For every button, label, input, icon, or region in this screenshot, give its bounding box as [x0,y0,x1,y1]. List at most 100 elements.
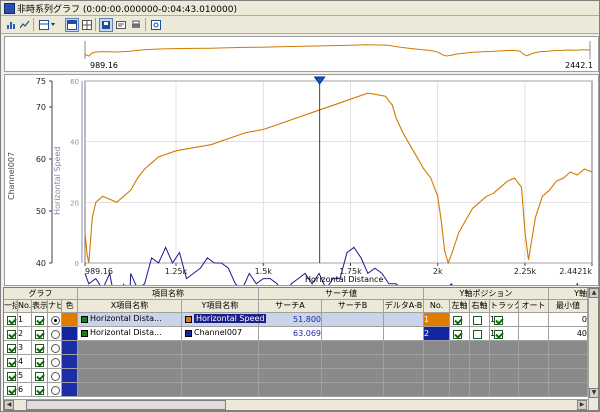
column-header[interactable]: ナビ [48,300,62,313]
print-icon[interactable] [129,18,143,32]
grid-cell[interactable] [424,383,450,397]
grid-cell[interactable] [470,369,490,383]
grid-cell[interactable] [519,383,549,397]
scroll-thumb[interactable] [26,400,226,410]
grid-cell[interactable] [450,369,470,383]
grid-cell[interactable] [322,355,384,369]
main-chart[interactable]: 75706050406040200989.16 1.25k 1.5k 1.75k 2k 2… [5,75,598,285]
channel-grid[interactable]: ▲ ▼ ◀ ▶ グラフ項目名称サーチ値Y軸ポジションY軸一括No.表示ナビ色X項… [3,287,599,411]
settings-icon[interactable] [149,18,163,32]
right-axis-checkbox[interactable] [473,316,482,325]
grid-cell[interactable] [424,369,450,383]
grid-cell[interactable] [450,383,470,397]
column-header[interactable]: サーチB [322,300,384,313]
grid-cell[interactable]: 4 [18,355,32,369]
grid-cell[interactable] [182,355,259,369]
grid-cell[interactable] [519,313,549,327]
scroll-right-icon[interactable]: ▶ [577,400,587,410]
column-header[interactable]: X項目名称 [78,300,182,313]
grid-cell[interactable]: 6 [18,383,32,397]
grid-icon[interactable] [80,18,94,32]
grid-cell[interactable] [78,369,182,383]
grid-cell[interactable] [519,341,549,355]
grid-cell[interactable] [322,369,384,383]
grid-cell[interactable]: 3 [18,341,32,355]
grid-cell[interactable] [78,383,182,397]
column-header[interactable]: 表示 [32,300,48,313]
grid-cell[interactable] [450,355,470,369]
horizontal-scrollbar[interactable]: ◀ ▶ [4,399,588,410]
grid-cell[interactable]: 2 [424,327,450,341]
display-checkbox[interactable] [35,372,44,381]
grid-cell[interactable]: 5 [18,369,32,383]
grid-cell[interactable] [78,341,182,355]
grid-cell[interactable] [519,355,549,369]
grid-cell[interactable] [62,369,78,383]
auto-checkbox[interactable] [494,316,503,325]
grid-cell[interactable] [259,369,322,383]
grid-cell[interactable] [519,369,549,383]
main-chart-panel[interactable]: 75 70 60 50 40 60 40 20 0 989.16 1.25k 1.5k 1.75k 2k 2… [4,74,599,286]
grid-cell[interactable] [78,355,182,369]
column-header[interactable]: 最小値 [549,300,588,313]
graph-icon[interactable] [18,18,32,32]
grid-cell[interactable] [182,383,259,397]
grid-cell[interactable] [384,327,424,341]
grid-cell[interactable] [490,369,519,383]
layout-icon[interactable] [65,18,79,32]
right-axis-checkbox[interactable] [473,330,482,339]
grid-cell[interactable]: 63.069 [259,327,322,341]
table-icon[interactable] [37,18,57,32]
grid-cell[interactable] [322,313,384,327]
display-checkbox[interactable] [35,330,44,339]
grid-cell[interactable] [384,341,424,355]
grid-cell[interactable] [62,355,78,369]
grid-cell[interactable] [322,383,384,397]
column-header[interactable]: No. [424,300,450,313]
grid-cell[interactable] [549,341,588,355]
column-header[interactable]: 右軸 [470,300,490,313]
grid-cell[interactable] [62,313,78,327]
grid-cell[interactable] [549,369,588,383]
batch-checkbox[interactable] [7,386,16,395]
column-header[interactable]: Y項目名称 [182,300,259,313]
batch-checkbox[interactable] [7,330,16,339]
grid-cell[interactable] [384,313,424,327]
grid-cell[interactable] [470,383,490,397]
grid-cell[interactable]: 51.800 [259,313,322,327]
navi-radio[interactable] [51,386,60,395]
grid-cell[interactable] [549,355,588,369]
navi-radio[interactable] [51,372,60,381]
left-axis-checkbox[interactable] [453,330,462,339]
scroll-down-icon[interactable]: ▼ [589,388,598,398]
column-header[interactable]: トラック [490,300,519,313]
display-checkbox[interactable] [35,344,44,353]
grid-cell[interactable] [549,383,588,397]
navi-radio[interactable] [51,316,60,325]
display-checkbox[interactable] [35,386,44,395]
image-icon[interactable] [114,18,128,32]
navi-radio[interactable] [51,330,60,339]
batch-checkbox[interactable] [7,358,16,367]
grid-cell[interactable] [62,327,78,341]
display-checkbox[interactable] [35,316,44,325]
grid-cell[interactable] [62,383,78,397]
grid-cell[interactable] [384,383,424,397]
grid-cell[interactable] [490,383,519,397]
navi-radio[interactable] [51,344,60,353]
navi-radio[interactable] [51,358,60,367]
grid-cell[interactable] [182,341,259,355]
scroll-left-icon[interactable]: ◀ [4,400,14,410]
grid-cell[interactable] [490,355,519,369]
grid-cell[interactable] [470,355,490,369]
export-icon[interactable] [99,18,113,32]
scroll-up-icon[interactable]: ▲ [589,288,598,298]
grid-cell[interactable]: 2 [18,327,32,341]
grid-cell[interactable]: 1 [18,313,32,327]
column-header[interactable]: サーチA [259,300,322,313]
grid-cell[interactable] [62,341,78,355]
grid-cell[interactable] [450,341,470,355]
batch-checkbox[interactable] [7,344,16,353]
grid-cell[interactable] [424,355,450,369]
grid-cell[interactable] [519,327,549,341]
